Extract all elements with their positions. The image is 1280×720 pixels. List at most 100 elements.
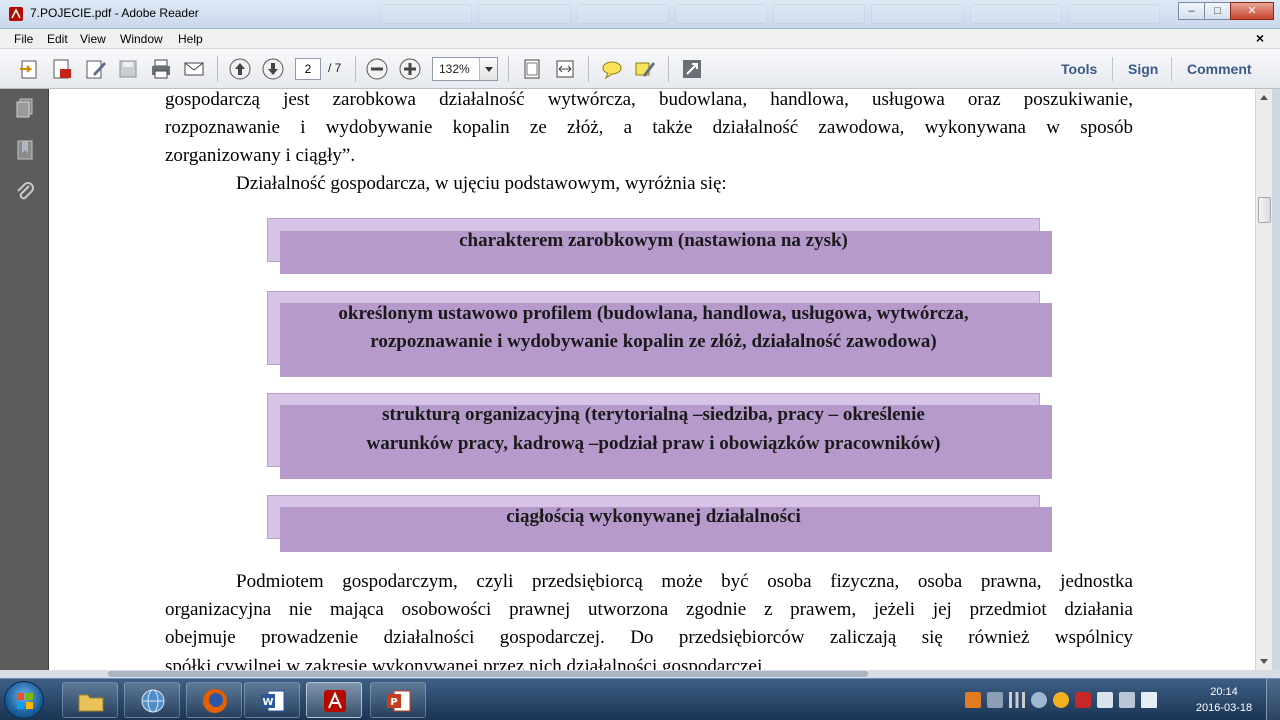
paragraph-line: rozpoznawanie i wydobywanie kopalin ze z… — [165, 117, 1133, 138]
sign-pane-button[interactable]: Sign — [1128, 61, 1158, 77]
toolbar-separator — [355, 56, 356, 82]
close-document-icon[interactable]: × — [1256, 30, 1264, 46]
next-page-icon[interactable] — [261, 57, 285, 81]
close-window-button[interactable]: ✕ — [1230, 2, 1274, 20]
highlight-icon[interactable] — [633, 57, 657, 81]
page-thumbnails-icon[interactable] — [14, 97, 36, 119]
maximize-button[interactable]: □ — [1204, 2, 1231, 20]
sticky-note-icon[interactable] — [600, 57, 624, 81]
background-windows — [380, 4, 1160, 24]
chevron-down-icon[interactable] — [479, 58, 497, 80]
zoom-value: 132% — [439, 62, 470, 76]
volume-icon[interactable] — [1097, 692, 1113, 708]
toolbar-separator — [588, 56, 589, 82]
taskbar-network[interactable] — [124, 682, 180, 718]
tray-app-icon[interactable] — [965, 692, 981, 708]
clock-time: 20:14 — [1210, 686, 1238, 698]
paragraph-line: obejmuje prowadzenie działalności gospod… — [165, 627, 1133, 648]
pane-separator — [1112, 57, 1113, 81]
comment-pane-button[interactable]: Comment — [1187, 61, 1252, 77]
feature-text: strukturą organizacyjną (terytorialną –s… — [382, 404, 925, 425]
zoom-out-icon[interactable] — [365, 57, 389, 81]
window-title: 7.POJECIE.pdf - Adobe Reader — [30, 6, 199, 20]
action-center-flag-icon[interactable] — [1141, 692, 1157, 708]
window-edge — [1272, 89, 1280, 670]
network-globe-icon — [141, 689, 165, 713]
system-tray — [965, 688, 1157, 712]
fit-width-icon[interactable] — [553, 57, 577, 81]
menu-view[interactable]: View — [80, 32, 106, 46]
svg-text:P: P — [390, 697, 397, 708]
menu-edit[interactable]: Edit — [47, 32, 68, 46]
horizontal-scroll-thumb[interactable] — [108, 671, 868, 677]
fullscreen-icon[interactable] — [680, 57, 704, 81]
tray-warning-icon[interactable] — [1053, 692, 1069, 708]
taskbar-adobe-reader[interactable] — [306, 682, 362, 718]
adobe-reader-icon — [324, 690, 346, 712]
paragraph-line: gospodarczą jest zarobkowa działalność w… — [165, 89, 1133, 110]
print-icon[interactable] — [149, 57, 173, 81]
scroll-up-icon[interactable] — [1260, 95, 1268, 100]
pane-separator — [1171, 57, 1172, 81]
start-button[interactable] — [4, 681, 44, 719]
save-icon[interactable] — [116, 57, 140, 81]
paragraph-line: organizacyjna nie mająca osobowości praw… — [165, 599, 1133, 620]
edit-pdf-icon[interactable] — [84, 57, 108, 81]
page-number-input[interactable]: 2 — [295, 58, 321, 80]
create-pdf-icon[interactable] — [50, 57, 74, 81]
tray-language-icon[interactable] — [987, 692, 1003, 708]
horizontal-scrollbar[interactable] — [0, 670, 1280, 678]
tray-settings-icon[interactable] — [1031, 692, 1047, 708]
toolbar-separator — [668, 56, 669, 82]
taskbar-firefox[interactable] — [186, 682, 242, 718]
title-bar: 7.POJECIE.pdf - Adobe Reader – □ ✕ — [0, 0, 1280, 29]
tray-shield-icon[interactable] — [1075, 692, 1091, 708]
zoom-in-icon[interactable] — [398, 57, 422, 81]
taskbar-explorer[interactable] — [62, 682, 118, 718]
clock-date: 2016-03-18 — [1195, 702, 1253, 714]
previous-page-icon[interactable] — [228, 57, 252, 81]
intro-text: Działalność gospodarcza, w ujęciu podsta… — [236, 173, 727, 194]
attachments-icon[interactable] — [14, 181, 36, 203]
show-desktop-button[interactable] — [1266, 679, 1280, 720]
system-clock[interactable]: 20:14 2016-03-18 — [1192, 684, 1256, 716]
menu-bar: File Edit View Window Help × — [0, 29, 1280, 49]
adobe-reader-icon — [9, 7, 23, 21]
word-icon: W — [261, 690, 285, 712]
page-total: / 7 — [328, 61, 342, 75]
feature-text: rozpoznawanie i wydobywanie kopalin ze z… — [370, 331, 937, 352]
taskbar-word[interactable]: W — [244, 682, 300, 718]
menu-window[interactable]: Window — [120, 32, 163, 46]
navigation-pane — [0, 89, 49, 670]
powerpoint-icon: P — [387, 690, 411, 712]
feature-text: określonym ustawowo profilem (budowlana,… — [338, 303, 969, 324]
open-file-icon[interactable] — [18, 57, 42, 81]
toolbar-separator — [217, 56, 218, 82]
menu-help[interactable]: Help — [178, 32, 203, 46]
tray-device-icon[interactable] — [1119, 692, 1135, 708]
paragraph-line: spółki cywilnej w zakresie wykonywanej p… — [165, 656, 767, 670]
taskbar-powerpoint[interactable]: P — [370, 682, 426, 718]
menu-file[interactable]: File — [14, 32, 33, 46]
email-icon[interactable] — [182, 57, 206, 81]
paragraph-line: zorganizowany i ciągły”. — [165, 145, 356, 166]
vertical-scrollbar[interactable] — [1255, 89, 1272, 670]
toolbar-separator — [508, 56, 509, 82]
zoom-select[interactable]: 132% — [432, 57, 498, 81]
bookmarks-icon[interactable] — [14, 139, 36, 161]
fit-page-icon[interactable] — [520, 57, 544, 81]
minimize-button[interactable]: – — [1178, 2, 1205, 20]
scroll-thumb[interactable] — [1258, 197, 1271, 223]
document-view[interactable]: gospodarczą jest zarobkowa działalność w… — [49, 89, 1255, 670]
svg-text:W: W — [262, 697, 273, 708]
feature-text: charakterem zarobkowym (nastawiona na zy… — [459, 230, 848, 251]
windows-logo-icon — [17, 693, 33, 709]
folder-icon — [78, 694, 104, 712]
tray-signal-icon[interactable] — [1009, 692, 1025, 708]
scroll-down-icon[interactable] — [1260, 659, 1268, 664]
firefox-icon — [203, 689, 227, 713]
feature-text: ciągłością wykonywanej działalności — [506, 506, 801, 527]
paragraph-line: Podmiotem gospodarczym, czyli przedsiębi… — [236, 571, 1133, 592]
tools-pane-button[interactable]: Tools — [1061, 61, 1097, 77]
feature-text: warunków pracy, kadrową –podział praw i … — [366, 433, 941, 454]
